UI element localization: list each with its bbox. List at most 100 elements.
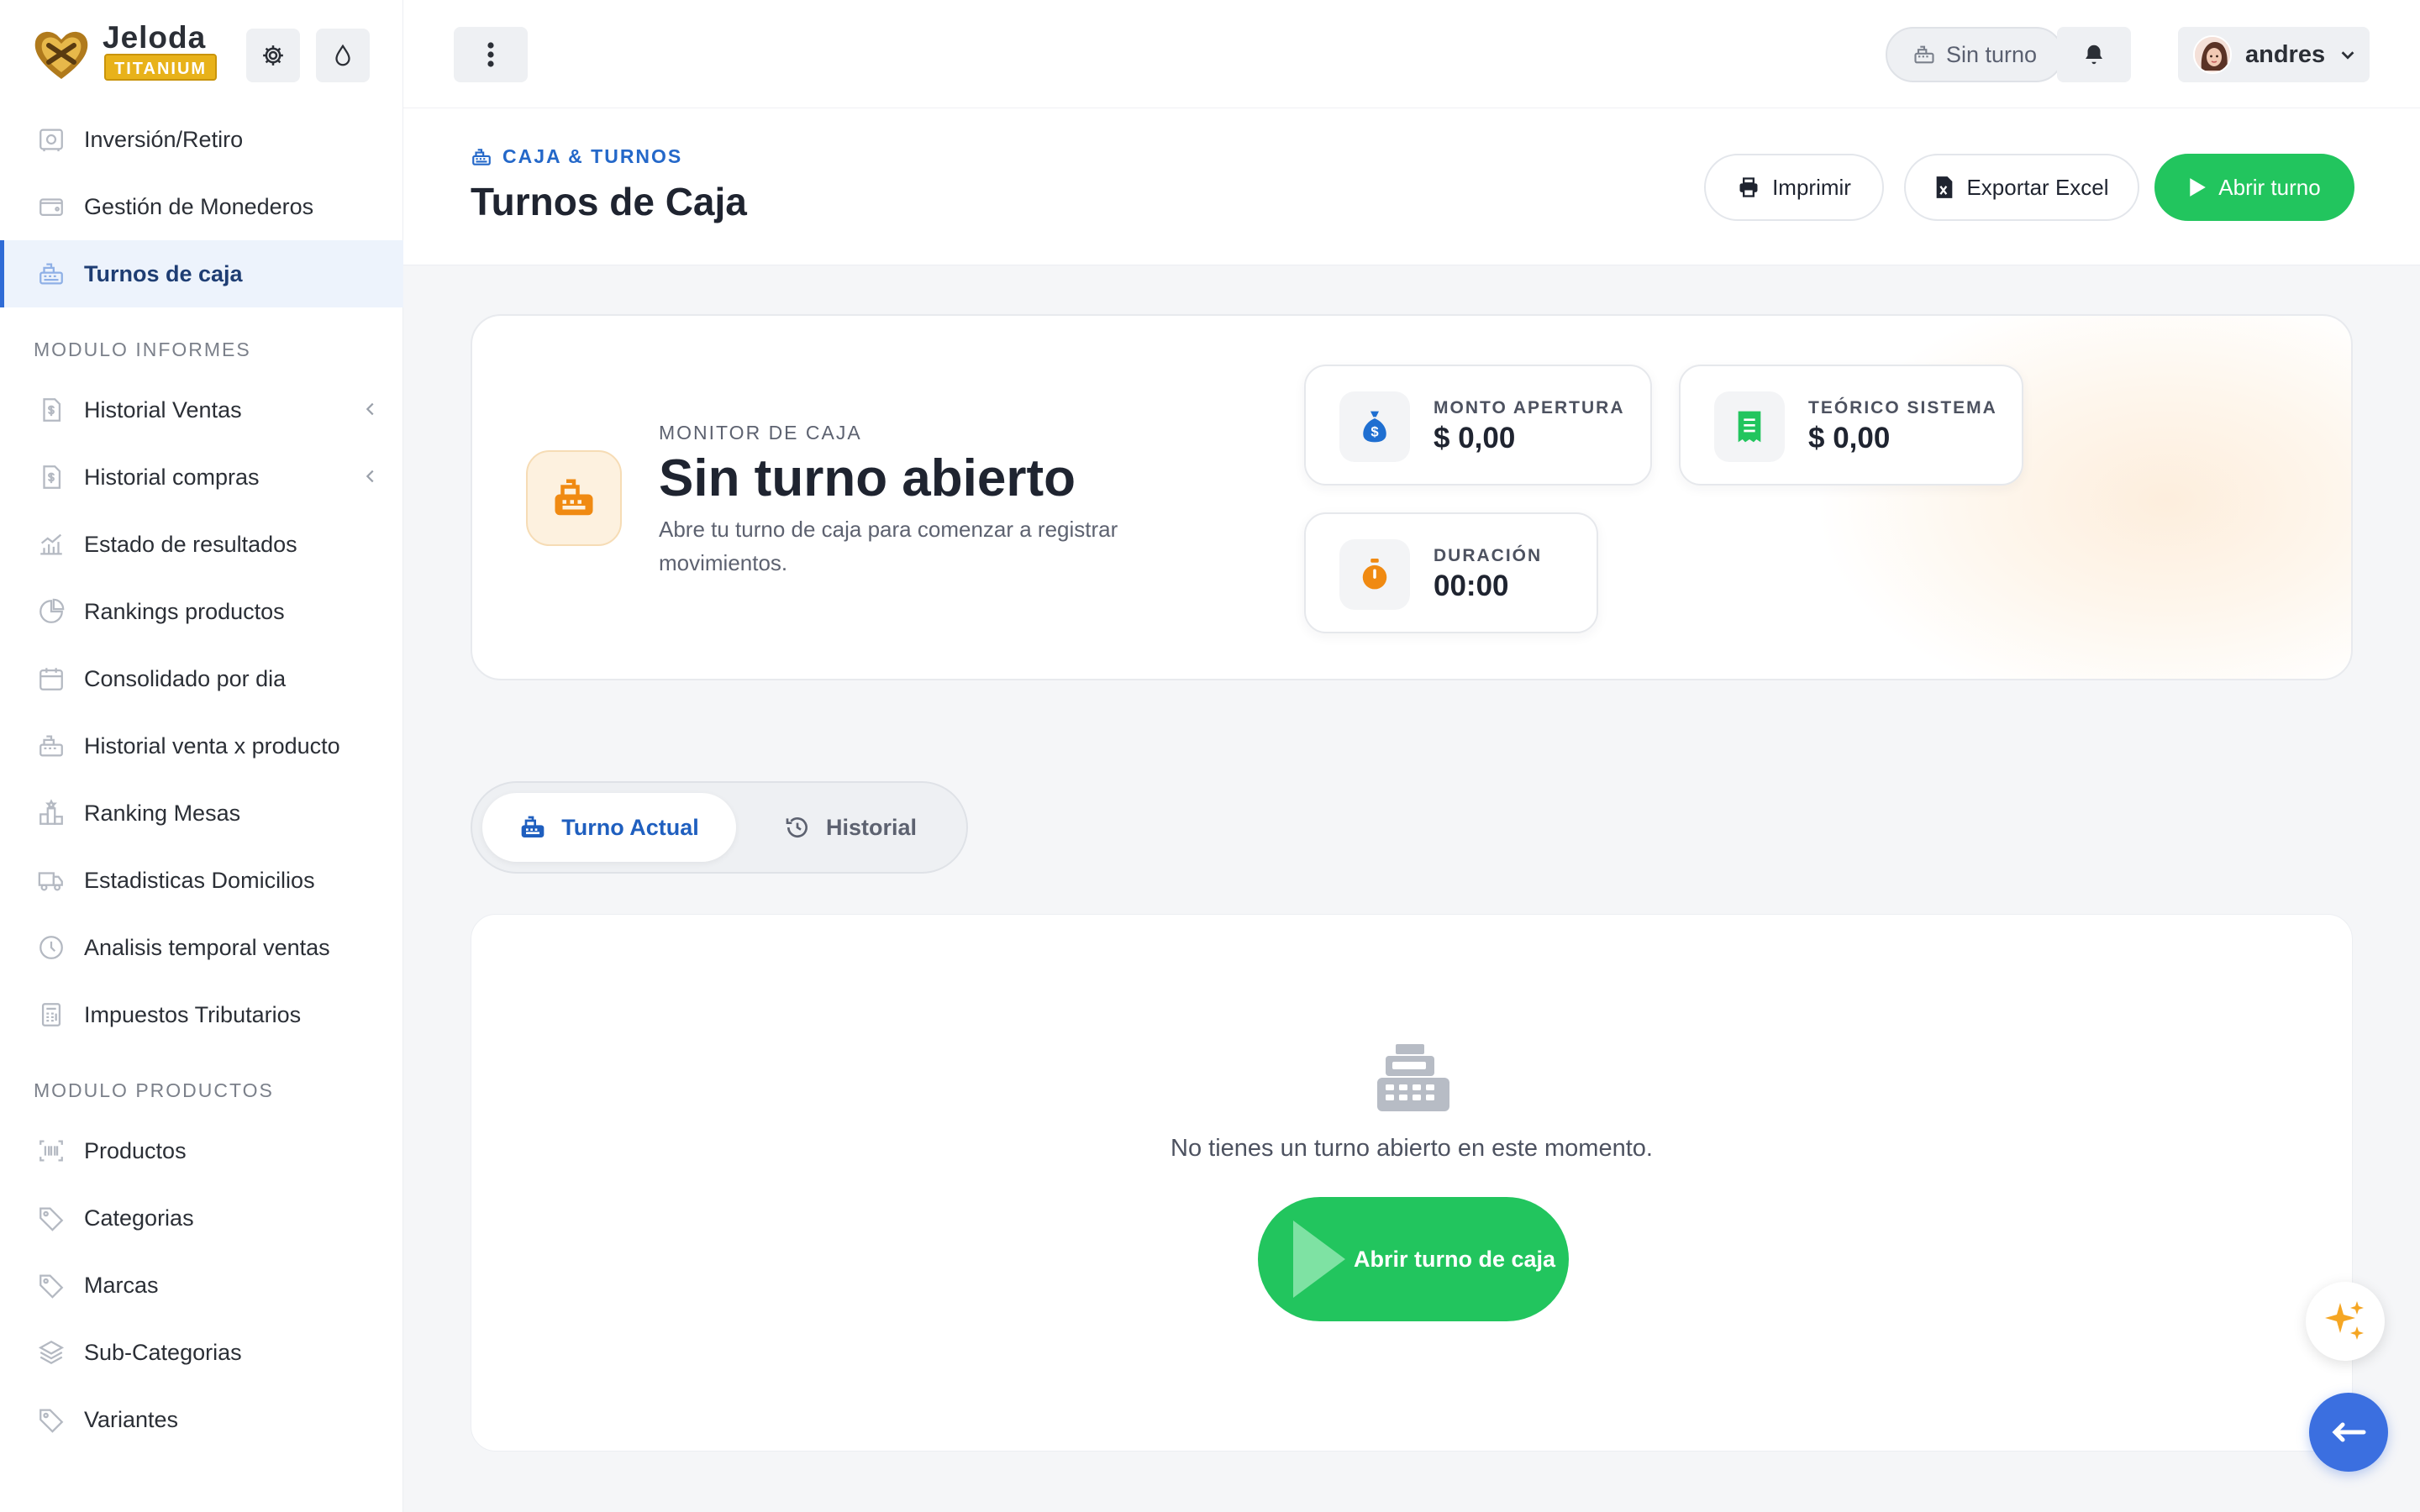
sidebar-item-label: Estado de resultados bbox=[84, 531, 297, 557]
shift-tabs: Turno Actual Historial bbox=[471, 781, 968, 874]
sidebar-item-label: Ranking Mesas bbox=[84, 800, 241, 826]
kebab-menu-icon bbox=[487, 42, 494, 67]
sidebar-item-historial-compras[interactable]: Historial compras bbox=[0, 444, 403, 511]
sidebar-item-historial-venta-producto[interactable]: Historial venta x producto bbox=[0, 712, 403, 780]
export-label: Exportar Excel bbox=[1966, 174, 2109, 200]
stat-card-monto-apertura: $ MONTO APERTURA $ 0,00 bbox=[1304, 365, 1652, 486]
play-icon bbox=[2190, 178, 2207, 197]
ai-assistant-button[interactable] bbox=[2306, 1282, 2385, 1361]
sidebar-item-label: Inversión/Retiro bbox=[84, 126, 244, 152]
sidebar-item-estadisticas-domicilios[interactable]: Estadisticas Domicilios bbox=[0, 847, 403, 914]
stat-value: $ 0,00 bbox=[1434, 422, 1516, 454]
cash-register-icon bbox=[1377, 1044, 1449, 1111]
gear-icon bbox=[263, 45, 283, 66]
chevron-left-icon bbox=[366, 470, 374, 483]
sidebar-item-variantes[interactable]: Variantes bbox=[0, 1386, 403, 1453]
stat-value: $ 0,00 bbox=[1808, 422, 1891, 454]
stat-label: TEÓRICO SISTEMA bbox=[1808, 398, 1997, 417]
shift-status-button[interactable]: Sin turno bbox=[1886, 27, 2064, 82]
back-button[interactable] bbox=[2309, 1393, 2388, 1472]
sidebar-item-label: Analisis temporal ventas bbox=[84, 934, 330, 960]
stat-label: MONTO APERTURA bbox=[1434, 398, 1625, 417]
pie-chart-icon bbox=[37, 597, 66, 626]
notifications-button[interactable] bbox=[2057, 27, 2131, 82]
sidebar-item-label: Impuestos Tributarios bbox=[84, 1001, 302, 1027]
brand-name: Jeloda bbox=[103, 20, 207, 55]
open-cash-shift-button[interactable]: Abrir turno de caja bbox=[1258, 1197, 1569, 1321]
arrow-left-icon bbox=[2332, 1422, 2366, 1442]
section-title-informes: MODULO INFORMES bbox=[34, 339, 251, 360]
monitor-kicker: MONITOR DE CAJA bbox=[659, 422, 862, 444]
sidebar-item-label: Estadisticas Domicilios bbox=[84, 867, 315, 893]
bell-icon bbox=[2086, 45, 2102, 65]
avatar bbox=[2193, 35, 2232, 74]
brand-logo bbox=[34, 31, 88, 79]
cash-register-icon bbox=[1914, 45, 1934, 64]
receipt-dollar-icon bbox=[37, 396, 66, 424]
delivery-truck-icon bbox=[37, 866, 66, 895]
cta-label: Abrir turno de caja bbox=[1354, 1246, 1556, 1272]
eyebrow-text: CAJA & TURNOS bbox=[502, 145, 683, 167]
brand[interactable]: Jeloda TITANIUM bbox=[32, 20, 385, 87]
calculator-icon bbox=[37, 1000, 66, 1029]
sidebar-item-turnos-caja[interactable]: Turnos de caja bbox=[0, 240, 403, 307]
print-label: Imprimir bbox=[1772, 174, 1851, 200]
receipt-icon bbox=[1714, 391, 1785, 462]
tag-icon bbox=[37, 1271, 66, 1299]
svg-text:$: $ bbox=[1370, 424, 1379, 440]
money-bag-icon: $ bbox=[1339, 391, 1410, 462]
page-header: CAJA & TURNOS Turnos de Caja Imprimir Ex… bbox=[403, 108, 2420, 265]
history-icon bbox=[786, 817, 808, 837]
sidebar-item-productos[interactable]: Productos bbox=[0, 1117, 403, 1184]
calendar-icon bbox=[37, 664, 66, 693]
sidebar-item-sub-categorias[interactable]: Sub-Categorias bbox=[0, 1319, 403, 1386]
sidebar-item-marcas[interactable]: Marcas bbox=[0, 1252, 403, 1319]
tab-turno-actual[interactable]: Turno Actual bbox=[482, 793, 736, 862]
stat-value: 00:00 bbox=[1434, 570, 1509, 602]
print-button[interactable]: Imprimir bbox=[1704, 154, 1884, 221]
settings-button[interactable] bbox=[246, 29, 300, 82]
shift-status-label: Sin turno bbox=[1945, 41, 2038, 67]
chart-growth-icon bbox=[37, 530, 66, 559]
sidebar-item-inversion-retiro[interactable]: Inversión/Retiro bbox=[0, 106, 403, 173]
chevron-down-icon bbox=[2341, 51, 2354, 60]
stat-label: DURACIÓN bbox=[1434, 546, 1543, 565]
sidebar-item-analisis-temporal[interactable]: Analisis temporal ventas bbox=[0, 914, 403, 981]
sidebar-item-label: Historial compras bbox=[84, 464, 260, 490]
stopwatch-icon bbox=[1339, 539, 1410, 610]
more-options-button[interactable] bbox=[454, 27, 528, 82]
sidebar-item-categorias[interactable]: Categorias bbox=[0, 1184, 403, 1252]
sidebar-item-estado-resultados[interactable]: Estado de resultados bbox=[0, 511, 403, 578]
export-excel-button[interactable]: Exportar Excel bbox=[1904, 154, 2139, 221]
tab-label: Turno Actual bbox=[561, 814, 699, 840]
empty-state-card: No tienes un turno abierto en este momen… bbox=[471, 914, 2353, 1452]
sidebar-item-gestion-monederos[interactable]: Gestión de Monederos bbox=[0, 173, 403, 240]
sidebar-item-label: Consolidado por dia bbox=[84, 665, 287, 691]
sidebar-item-impuestos-tributarios[interactable]: Impuestos Tributarios bbox=[0, 981, 403, 1048]
sidebar-item-label: Historial venta x producto bbox=[84, 732, 340, 759]
stat-card-teorico-sistema: TEÓRICO SISTEMA $ 0,00 bbox=[1679, 365, 2023, 486]
sidebar-item-label: Turnos de caja bbox=[84, 260, 243, 286]
sidebar-item-historial-ventas[interactable]: Historial Ventas bbox=[0, 376, 403, 444]
sidebar-item-rankings-productos[interactable]: Rankings productos bbox=[0, 578, 403, 645]
monitor-title: Sin turno abierto bbox=[659, 449, 1076, 507]
droplet-icon bbox=[335, 44, 350, 66]
sidebar-item-ranking-mesas[interactable]: Ranking Mesas bbox=[0, 780, 403, 847]
wallet-icon bbox=[37, 192, 66, 221]
tag-icon bbox=[37, 1405, 66, 1434]
cash-register-icon bbox=[555, 479, 593, 516]
sidebar-item-label: Marcas bbox=[84, 1272, 159, 1298]
sidebar-item-consolidado-dia[interactable]: Consolidado por dia bbox=[0, 645, 403, 712]
user-menu-button[interactable]: andres bbox=[2178, 27, 2370, 82]
tag-icon bbox=[37, 1204, 66, 1232]
open-shift-label: Abrir turno bbox=[2218, 174, 2321, 200]
sidebar-nav: Inversión/Retiro Gestión de Monederos Tu… bbox=[0, 106, 403, 1453]
open-shift-button[interactable]: Abrir turno bbox=[2154, 154, 2354, 221]
sidebar-item-label: Gestión de Monederos bbox=[84, 193, 314, 219]
tab-historial[interactable]: Historial bbox=[750, 793, 951, 862]
sidebar-item-label: Sub-Categorias bbox=[84, 1339, 242, 1365]
empty-state-message: No tienes un turno abierto en este momen… bbox=[1171, 1135, 1653, 1162]
theme-button[interactable] bbox=[316, 29, 370, 82]
cash-monitor-card: MONITOR DE CAJA Sin turno abierto Abre t… bbox=[471, 314, 2353, 680]
tab-label: Historial bbox=[825, 814, 918, 840]
